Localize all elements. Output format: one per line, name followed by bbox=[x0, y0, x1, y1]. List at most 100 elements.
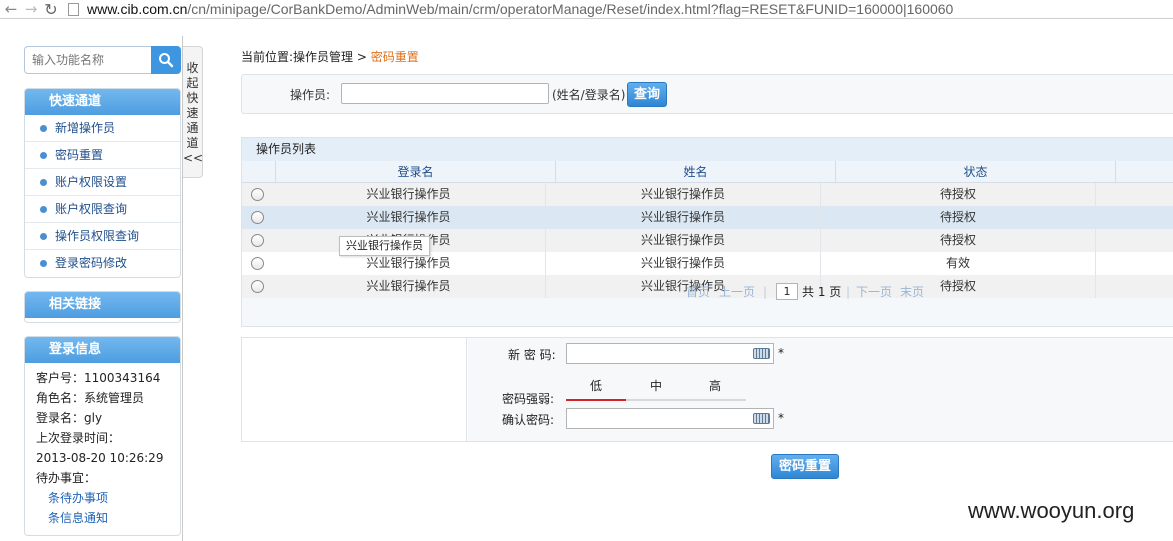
sidebar-item-label: 账户权限查询 bbox=[55, 201, 128, 216]
cell-status: 待授权 bbox=[821, 206, 1096, 229]
column-status: 状态 bbox=[836, 161, 1116, 182]
column-name: 姓名 bbox=[556, 161, 836, 182]
sidebar-item-label: 账户权限设置 bbox=[55, 174, 128, 189]
search-icon bbox=[159, 53, 174, 68]
login-info-panel: 登录信息 客户号：1100343164 角色名：系统管理员 登录名：gly 上次… bbox=[24, 336, 181, 536]
bullet-icon bbox=[40, 205, 47, 213]
bullet-icon bbox=[40, 151, 47, 159]
related-links-title[interactable]: 相关链接 bbox=[25, 292, 180, 318]
sidebar-item-label: 登录密码修改 bbox=[55, 256, 128, 270]
sidebar-item-label: 新增操作员 bbox=[55, 120, 116, 135]
sidebar-item-password-reset[interactable]: 密码重置 bbox=[25, 142, 180, 169]
url-path: /cn/minipage/CorBankDemo/AdminWeb/main/c… bbox=[187, 1, 954, 17]
role-name: 角色名：系统管理员 bbox=[36, 391, 145, 405]
collapse-label: 收起快速通道 << bbox=[183, 61, 204, 165]
confirm-password-input[interactable] bbox=[566, 408, 774, 429]
pager-first[interactable]: 首页 bbox=[686, 280, 710, 304]
function-search-input[interactable] bbox=[24, 46, 151, 74]
quick-access-panel: 快速通道 新增操作员 密码重置 账户权限设置 账户权限查询 操作员权限查询 登录… bbox=[24, 88, 181, 278]
back-arrow-icon[interactable]: ← bbox=[2, 0, 20, 18]
row-radio[interactable] bbox=[250, 234, 264, 247]
page-icon bbox=[68, 2, 79, 16]
reset-password-button[interactable]: 密码重置 bbox=[771, 454, 839, 479]
strength-label: 密码强弱: bbox=[502, 392, 555, 406]
operator-input[interactable] bbox=[341, 83, 549, 104]
bullet-icon bbox=[40, 124, 47, 132]
quick-access-title: 快速通道 bbox=[25, 89, 180, 115]
pager-separator: | bbox=[846, 285, 851, 299]
operator-table: 登录名 姓名 状态 兴业银行操作员 兴业银行操作员 待授权 兴业银行操作员 兴业… bbox=[242, 161, 1173, 298]
bullet-icon bbox=[40, 232, 47, 240]
pager: 首页 上一页 | 1 共 1 页 | 下一页 末页 bbox=[242, 280, 1173, 304]
cell-name: 兴业银行操作员 bbox=[546, 183, 821, 206]
sidebar-item-label: 密码重置 bbox=[55, 147, 104, 162]
strength-low: 低 bbox=[590, 379, 603, 393]
pager-last[interactable]: 末页 bbox=[900, 280, 924, 304]
customer-number: 客户号：1100343164 bbox=[36, 371, 161, 385]
row-radio[interactable] bbox=[250, 257, 264, 270]
sidebar-item-account-permission-setting[interactable]: 账户权限设置 bbox=[25, 169, 180, 196]
sidebar-item-operator-permission-query[interactable]: 操作员权限查询 bbox=[25, 223, 180, 250]
keyboard-icon[interactable] bbox=[753, 348, 770, 359]
todo-link[interactable]: 条待办事项 bbox=[36, 488, 180, 508]
pager-prev[interactable]: 上一页 bbox=[719, 280, 755, 304]
forward-arrow-icon[interactable]: → bbox=[22, 0, 40, 18]
watermark: www.wooyun.org bbox=[968, 498, 1135, 523]
bullet-icon bbox=[40, 178, 47, 186]
new-password-label: 新 密 码: bbox=[508, 348, 556, 362]
required-mark: * bbox=[778, 346, 784, 360]
row-radio[interactable] bbox=[250, 211, 264, 224]
search-button[interactable] bbox=[151, 46, 181, 74]
cell-status: 有效 bbox=[821, 252, 1096, 275]
login-info-title: 登录信息 bbox=[25, 337, 180, 363]
last-login-time: 2013-08-20 10:26:29 bbox=[36, 451, 164, 465]
sidebar-item-login-password-change[interactable]: 登录密码修改 bbox=[25, 250, 180, 277]
row-radio[interactable] bbox=[250, 188, 264, 201]
pager-next[interactable]: 下一页 bbox=[856, 280, 892, 304]
page-number-input[interactable]: 1 bbox=[776, 283, 798, 300]
cell-login: 兴业银行操作员 bbox=[272, 183, 546, 206]
cell-tooltip: 兴业银行操作员 bbox=[339, 236, 430, 256]
cell-status: 待授权 bbox=[821, 183, 1096, 206]
cell-status: 待授权 bbox=[821, 229, 1096, 252]
query-button[interactable]: 查询 bbox=[627, 82, 667, 107]
bullet-icon bbox=[40, 260, 47, 267]
pager-total: 共 1 页 bbox=[802, 285, 842, 299]
collapse-quick-access-tab[interactable]: 收起快速通道 << bbox=[183, 46, 203, 178]
cell-login: 兴业银行操作员 bbox=[272, 206, 546, 229]
notice-link[interactable]: 条信息通知 bbox=[36, 508, 180, 528]
breadcrumb: 当前位置:操作员管理 > 密码重置 bbox=[241, 48, 419, 65]
related-links-panel: 相关链接 bbox=[24, 291, 181, 323]
operator-hint: (姓名/登录名) bbox=[552, 88, 626, 102]
table-header: 登录名 姓名 状态 bbox=[242, 161, 1173, 183]
browser-toolbar: ← → ↻ www.cib.com.cn/cn/minipage/CorBank… bbox=[0, 0, 1173, 19]
table-row[interactable]: 兴业银行操作员 兴业银行操作员 待授权 bbox=[242, 183, 1173, 206]
login-info: 客户号：1100343164 角色名：系统管理员 登录名：gly 上次登录时间：… bbox=[25, 363, 180, 528]
sidebar: 快速通道 新增操作员 密码重置 账户权限设置 账户权限查询 操作员权限查询 登录… bbox=[24, 46, 181, 536]
address-bar[interactable]: www.cib.com.cn/cn/minipage/CorBankDemo/A… bbox=[87, 1, 953, 17]
collapse-arrow-icon: << bbox=[183, 151, 204, 165]
sidebar-item-add-operator[interactable]: 新增操作员 bbox=[25, 115, 180, 142]
strength-fill bbox=[566, 399, 626, 401]
confirm-password-label: 确认密码: bbox=[502, 413, 555, 427]
new-password-input[interactable] bbox=[566, 343, 774, 364]
url-host: www.cib.com.cn bbox=[87, 1, 188, 17]
pager-separator: | bbox=[763, 285, 768, 299]
operator-list-title: 操作员列表 bbox=[242, 138, 1173, 161]
cell-name: 兴业银行操作员 bbox=[546, 206, 821, 229]
breadcrumb-prefix: 当前位置:操作员管理 > bbox=[241, 50, 371, 64]
sidebar-item-label: 操作员权限查询 bbox=[55, 228, 140, 243]
cell-name: 兴业银行操作员 bbox=[546, 229, 821, 252]
operator-query-bar: 操作员: (姓名/登录名) 查询 bbox=[241, 74, 1173, 114]
login-name: 登录名：gly bbox=[36, 411, 103, 425]
keyboard-icon[interactable] bbox=[753, 413, 770, 424]
required-mark: * bbox=[778, 411, 784, 425]
function-search bbox=[24, 46, 181, 74]
sidebar-item-account-permission-query[interactable]: 账户权限查询 bbox=[25, 196, 180, 223]
reload-icon[interactable]: ↻ bbox=[40, 0, 62, 19]
strength-track bbox=[566, 399, 746, 401]
strength-high: 高 bbox=[709, 379, 722, 393]
password-reset-form: 新 密 码: * 密码强弱: 低 中 高 确认密码: * bbox=[241, 337, 1173, 442]
operator-list: 操作员列表 登录名 姓名 状态 兴业银行操作员 兴业银行操作员 待授权 兴业银行… bbox=[241, 137, 1173, 327]
table-row[interactable]: 兴业银行操作员 兴业银行操作员 待授权 bbox=[242, 206, 1173, 229]
